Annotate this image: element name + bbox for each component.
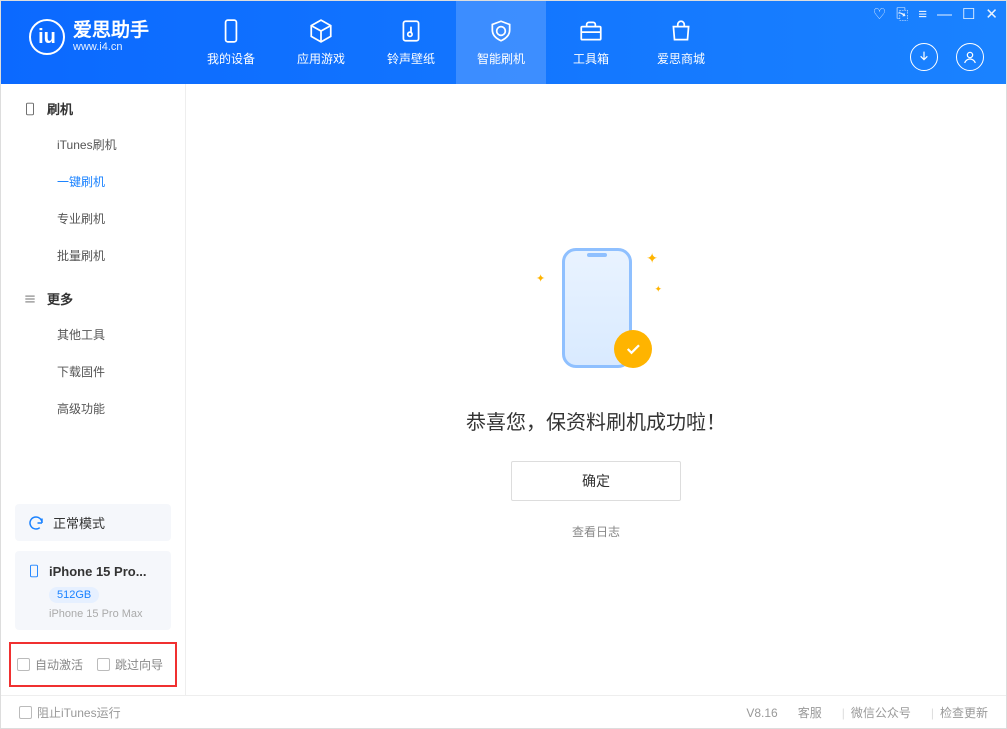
checkbox-block-itunes[interactable]: 阻止iTunes运行 bbox=[19, 704, 121, 721]
nav-tab-store[interactable]: 爱思商城 bbox=[636, 1, 726, 84]
footer-link-support[interactable]: 客服 bbox=[798, 704, 822, 721]
window-controls: ♡ ⎘ ≡ — ☐ ✕ bbox=[873, 7, 998, 22]
nav-tab-ringtone[interactable]: 铃声壁纸 bbox=[366, 1, 456, 84]
maximize-icon[interactable]: ☐ bbox=[962, 7, 975, 22]
toolbox-icon bbox=[578, 18, 604, 44]
sidebar-group-flash: 刷机 bbox=[1, 84, 185, 126]
cube-icon bbox=[308, 18, 334, 44]
feedback-icon[interactable]: ⎘ bbox=[896, 7, 908, 22]
sidebar-item-download-firmware[interactable]: 下载固件 bbox=[1, 353, 185, 390]
nav-tab-device[interactable]: 我的设备 bbox=[186, 1, 276, 84]
more-icon bbox=[23, 292, 37, 306]
nav-tab-flash[interactable]: 智能刷机 bbox=[456, 1, 546, 84]
brand-name: 爱思助手 bbox=[73, 21, 149, 42]
device-model: iPhone 15 Pro Max bbox=[49, 608, 159, 620]
menu-icon[interactable]: ≡ bbox=[918, 7, 927, 22]
refresh-icon bbox=[27, 514, 45, 532]
footer-link-update[interactable]: 检查更新 bbox=[940, 704, 988, 721]
nav-tab-apps[interactable]: 应用游戏 bbox=[276, 1, 366, 84]
minimize-icon[interactable]: — bbox=[937, 7, 952, 22]
sparkle-icon: ✦ bbox=[536, 272, 545, 285]
footer-link-wechat[interactable]: 微信公众号 bbox=[851, 704, 911, 721]
skin-icon[interactable]: ♡ bbox=[873, 7, 886, 22]
sidebar-item-itunes-flash[interactable]: iTunes刷机 bbox=[1, 126, 185, 163]
sparkle-icon: ✦ bbox=[646, 250, 658, 267]
download-button[interactable] bbox=[910, 43, 938, 71]
phone-icon bbox=[218, 18, 244, 44]
brand-url: www.i4.cn bbox=[73, 41, 149, 53]
sidebar-item-advanced[interactable]: 高级功能 bbox=[1, 390, 185, 427]
music-icon bbox=[398, 18, 424, 44]
ok-button[interactable]: 确定 bbox=[511, 461, 681, 501]
nav-tab-toolbox[interactable]: 工具箱 bbox=[546, 1, 636, 84]
view-log-link[interactable]: 查看日志 bbox=[572, 523, 620, 540]
highlighted-options: 自动激活 跳过向导 bbox=[9, 642, 177, 687]
success-illustration: ✦ ✦ ✦ bbox=[506, 242, 686, 382]
version-label: V8.16 bbox=[746, 706, 777, 720]
device-storage: 512GB bbox=[49, 587, 99, 603]
device-name: iPhone 15 Pro... bbox=[49, 564, 147, 579]
checkbox-auto-activate[interactable]: 自动激活 bbox=[17, 656, 83, 673]
sparkle-icon: ✦ bbox=[654, 284, 662, 295]
device-icon bbox=[27, 561, 41, 581]
main-content: ✦ ✦ ✦ 恭喜您，保资料刷机成功啦！ 确定 查看日志 bbox=[186, 84, 1006, 695]
header-actions bbox=[910, 43, 984, 71]
device-mode[interactable]: 正常模式 bbox=[15, 504, 171, 541]
check-badge-icon bbox=[614, 330, 652, 368]
sidebar-item-other-tools[interactable]: 其他工具 bbox=[1, 316, 185, 353]
title-bar: iu 爱思助手 www.i4.cn 我的设备 应用游戏 铃声壁纸 智能刷机 工具… bbox=[1, 1, 1006, 84]
sidebar-item-pro-flash[interactable]: 专业刷机 bbox=[1, 200, 185, 237]
bag-icon bbox=[668, 18, 694, 44]
sidebar-item-batch-flash[interactable]: 批量刷机 bbox=[1, 237, 185, 274]
brand: iu 爱思助手 www.i4.cn bbox=[1, 1, 186, 55]
account-button[interactable] bbox=[956, 43, 984, 71]
sidebar: 刷机 iTunes刷机 一键刷机 专业刷机 批量刷机 更多 其他工具 下载固件 … bbox=[1, 84, 186, 695]
logo-icon: iu bbox=[29, 19, 65, 55]
sidebar-group-more: 更多 bbox=[1, 274, 185, 316]
success-message: 恭喜您，保资料刷机成功啦！ bbox=[466, 406, 726, 435]
close-icon[interactable]: ✕ bbox=[985, 7, 998, 22]
refresh-shield-icon bbox=[488, 18, 514, 44]
phone-outline-icon bbox=[23, 102, 37, 116]
checkbox-skip-guide[interactable]: 跳过向导 bbox=[97, 656, 163, 673]
sidebar-item-onekey-flash[interactable]: 一键刷机 bbox=[1, 163, 185, 200]
status-bar: 阻止iTunes运行 V8.16 客服 | 微信公众号 | 检查更新 bbox=[1, 695, 1006, 729]
device-card[interactable]: iPhone 15 Pro... 512GB iPhone 15 Pro Max bbox=[15, 551, 171, 630]
nav-tabs: 我的设备 应用游戏 铃声壁纸 智能刷机 工具箱 爱思商城 bbox=[186, 1, 726, 84]
